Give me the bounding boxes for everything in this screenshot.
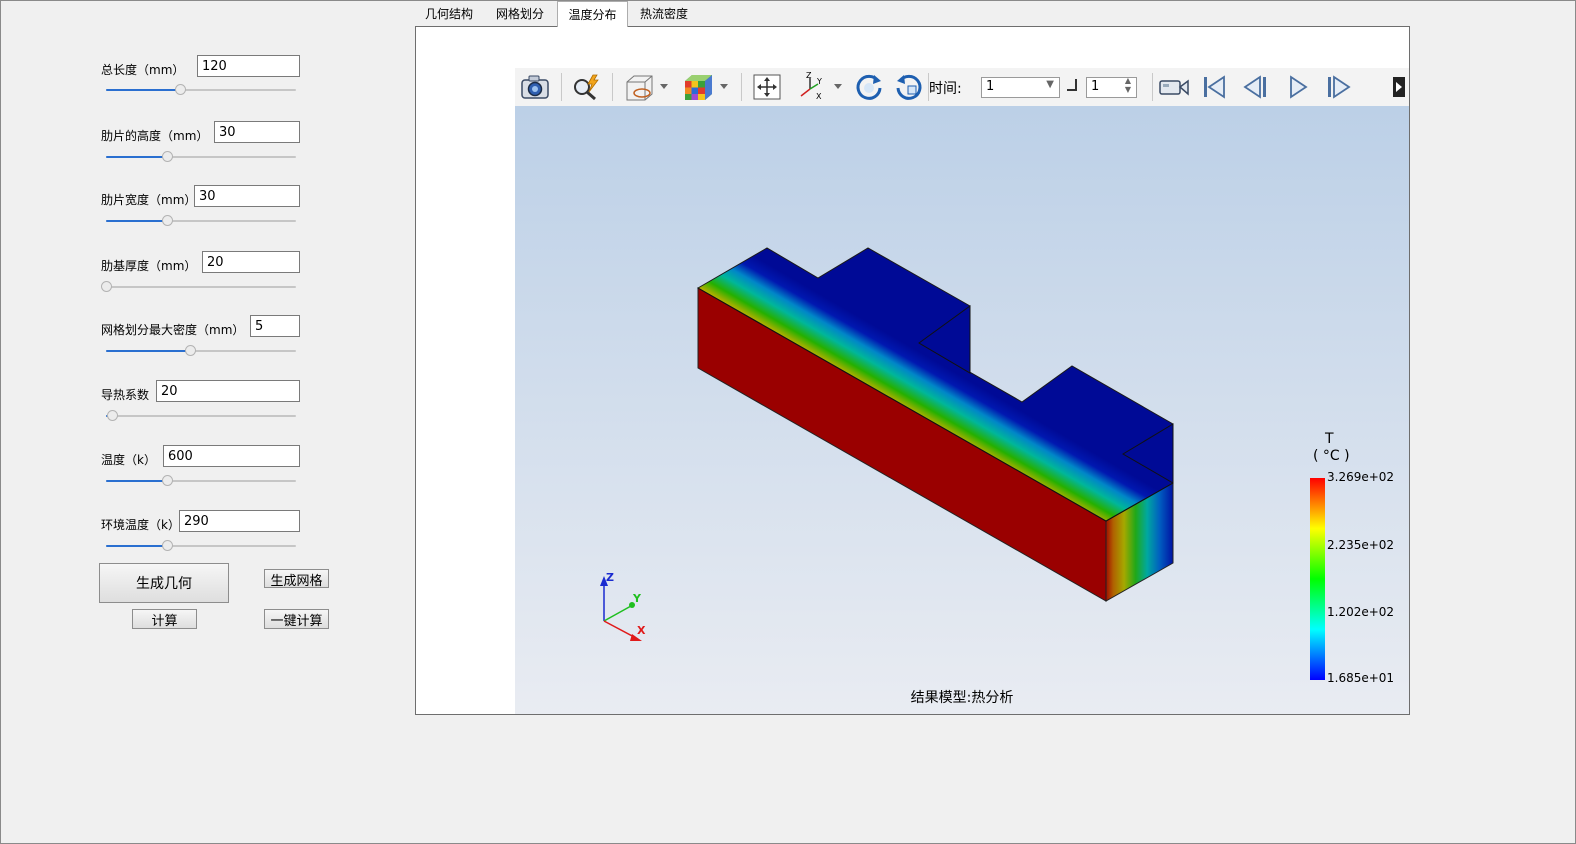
step-marker-icon bbox=[1067, 79, 1077, 91]
color-legend-bar bbox=[1310, 478, 1325, 680]
time-label: 时间: bbox=[929, 81, 962, 97]
param-label-conductivity: 导热系数 bbox=[101, 388, 150, 402]
slider-thumb[interactable] bbox=[161, 540, 173, 551]
generate-geometry-button[interactable]: 生成几何 bbox=[99, 563, 229, 603]
slider-thumb[interactable] bbox=[184, 345, 196, 356]
camera-icon[interactable] bbox=[518, 71, 552, 103]
tab-heat-flux[interactable]: 热流密度 bbox=[630, 3, 698, 26]
heat-fin-model bbox=[696, 247, 1174, 602]
slider-thumb[interactable] bbox=[161, 215, 173, 226]
axis-view-icon[interactable]: ZYX bbox=[795, 71, 845, 103]
toolbar-separator bbox=[612, 73, 613, 101]
chevron-down-icon: ▼ bbox=[1046, 79, 1054, 90]
result-caption: 结果模型:热分析 bbox=[910, 690, 1014, 706]
ambient-temperature-slider[interactable] bbox=[106, 540, 296, 552]
svg-text:X: X bbox=[816, 92, 822, 101]
axis-y-label: Y bbox=[632, 592, 642, 605]
probe-icon[interactable] bbox=[569, 71, 603, 103]
svg-text:Y: Y bbox=[816, 77, 822, 86]
prev-frame-icon[interactable] bbox=[1239, 71, 1273, 103]
axis-triad: Z Y X bbox=[600, 571, 646, 641]
param-label-base-thickness: 肋基厚度（mm） bbox=[101, 259, 197, 273]
slider-thumb[interactable] bbox=[175, 84, 187, 95]
fin-width-slider[interactable] bbox=[106, 215, 296, 227]
record-video-icon[interactable] bbox=[1155, 71, 1193, 103]
rotate-cw-icon[interactable] bbox=[852, 71, 886, 103]
first-frame-icon[interactable] bbox=[1197, 71, 1231, 103]
param-label-fin-width: 肋片宽度（mm） bbox=[101, 193, 197, 207]
fin-width-input[interactable] bbox=[194, 185, 300, 207]
display-style-icon[interactable] bbox=[621, 71, 671, 103]
tab-geometry[interactable]: 几何结构 bbox=[415, 3, 483, 26]
play-icon[interactable] bbox=[1281, 71, 1315, 103]
conductivity-input[interactable] bbox=[156, 380, 300, 402]
expand-icon[interactable] bbox=[1391, 71, 1407, 103]
legend-tick-min: 1.685e+01 bbox=[1327, 671, 1395, 685]
mesh-density-slider[interactable] bbox=[106, 345, 296, 357]
viewer-toolbar: ZYX 时间: 1 ▼ 1 ▲ ▼ bbox=[515, 68, 1409, 107]
mesh-density-input[interactable] bbox=[250, 315, 300, 337]
fin-height-input[interactable] bbox=[214, 121, 300, 143]
legend-title: T bbox=[1325, 431, 1334, 447]
tab-temperature-distribution[interactable]: 温度分布 bbox=[557, 1, 628, 27]
svg-text:Z: Z bbox=[806, 72, 812, 80]
toolbar-separator bbox=[561, 73, 562, 101]
step-spinbox[interactable]: 1 ▲ ▼ bbox=[1086, 76, 1137, 98]
time-select[interactable]: 1 ▼ bbox=[981, 77, 1060, 98]
toolbar-separator bbox=[741, 73, 742, 101]
legend-tick-3: 1.202e+02 bbox=[1327, 605, 1395, 619]
ambient-temperature-input[interactable] bbox=[179, 510, 300, 532]
fit-view-icon[interactable] bbox=[750, 71, 784, 103]
conductivity-slider[interactable] bbox=[106, 410, 296, 422]
axis-x-label: X bbox=[637, 624, 646, 637]
slider-thumb[interactable] bbox=[161, 151, 173, 162]
total-length-input[interactable] bbox=[197, 55, 300, 77]
toolbar-separator bbox=[1152, 73, 1153, 101]
param-label-total-length: 总长度（mm） bbox=[101, 63, 185, 77]
result-viewer: ZYX 时间: 1 ▼ 1 ▲ ▼ Z Y X T (°C) 3.269e+… bbox=[515, 68, 1409, 714]
temperature-input[interactable] bbox=[163, 445, 300, 467]
compute-button[interactable]: 计算 bbox=[132, 609, 197, 629]
temperature-slider[interactable] bbox=[106, 475, 296, 487]
base-thickness-input[interactable] bbox=[202, 251, 300, 273]
param-label-fin-height: 肋片的高度（mm） bbox=[101, 129, 209, 143]
param-label-ambient-temperature: 环境温度（k） bbox=[101, 518, 180, 532]
legend-unit: ( °C ) bbox=[1313, 448, 1350, 464]
legend-tick-2: 2.235e+02 bbox=[1327, 538, 1395, 552]
step-spinbox-value: 1 bbox=[1091, 79, 1100, 94]
slider-thumb[interactable] bbox=[101, 281, 112, 292]
colormap-cube-icon[interactable] bbox=[679, 71, 731, 103]
slider-thumb[interactable] bbox=[161, 475, 173, 486]
tab-mesh[interactable]: 网格划分 bbox=[486, 3, 554, 26]
param-label-temperature: 温度（k） bbox=[101, 453, 156, 467]
slider-thumb[interactable] bbox=[106, 410, 118, 421]
total-length-slider[interactable] bbox=[106, 84, 296, 96]
fin-height-slider[interactable] bbox=[106, 151, 296, 163]
spin-arrows-icon[interactable]: ▲ ▼ bbox=[1125, 76, 1131, 94]
axis-z-label: Z bbox=[606, 571, 614, 584]
base-thickness-slider[interactable] bbox=[101, 281, 296, 293]
one-click-compute-button[interactable]: 一键计算 bbox=[264, 609, 329, 629]
rotate-ccw-icon[interactable] bbox=[892, 71, 926, 103]
legend-tick-max: 3.269e+02 bbox=[1327, 470, 1395, 484]
generate-mesh-button[interactable]: 生成网格 bbox=[264, 569, 329, 589]
next-frame-icon[interactable] bbox=[1321, 71, 1355, 103]
time-select-value: 1 bbox=[986, 79, 995, 94]
param-label-mesh-density: 网格划分最大密度（mm） bbox=[101, 323, 245, 337]
render-area[interactable]: Z Y X T ( °C ) 3.269e+02 2.235e+02 1.202… bbox=[515, 106, 1409, 714]
